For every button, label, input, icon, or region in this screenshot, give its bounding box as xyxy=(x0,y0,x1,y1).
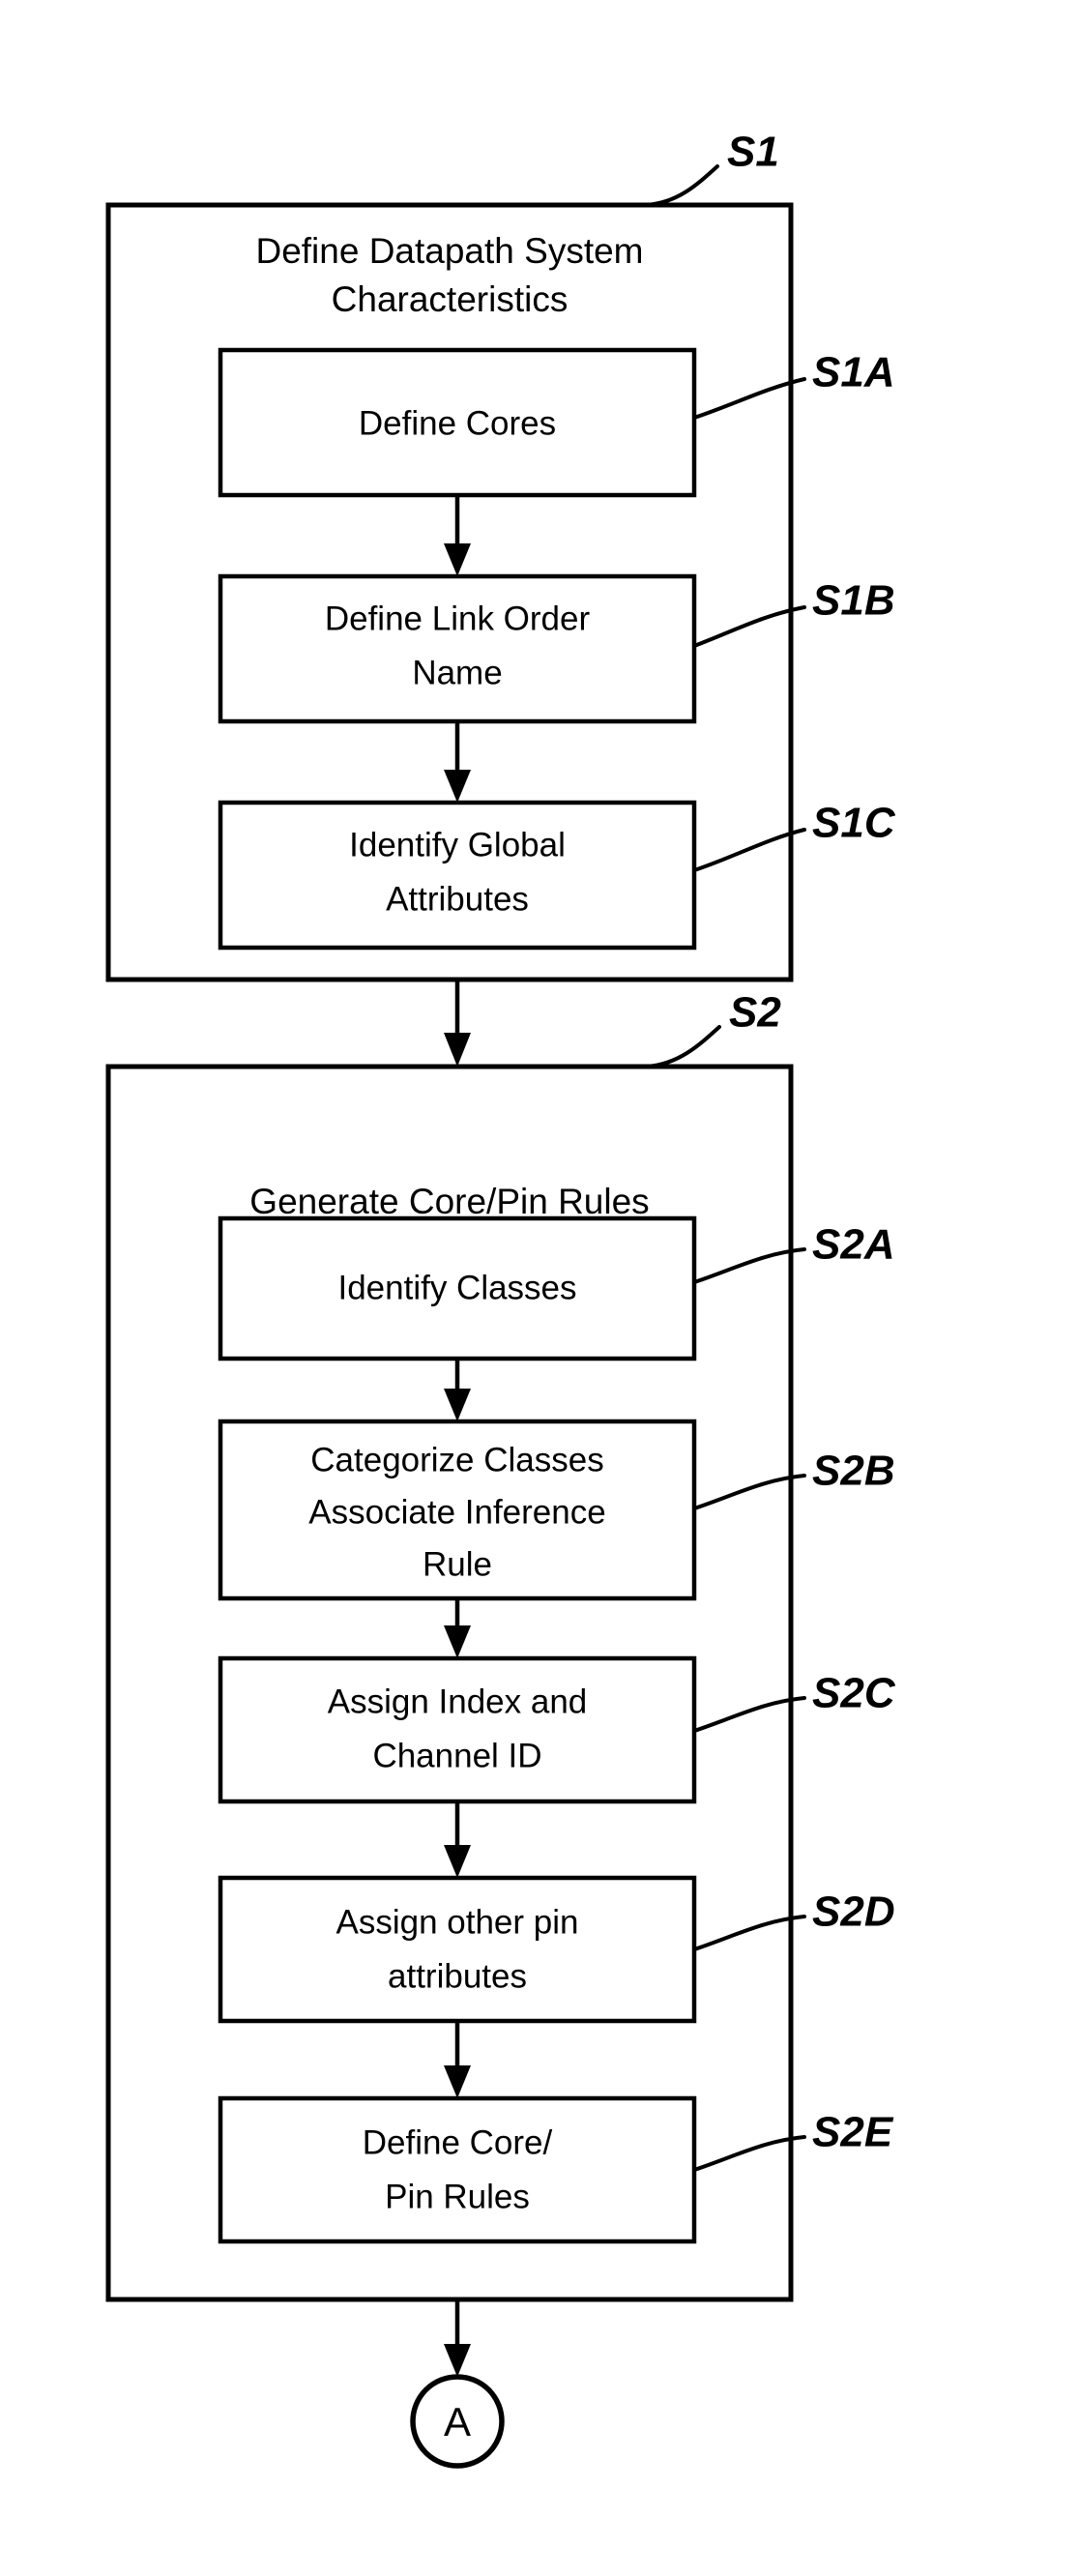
step-s1c-ref-label: S1C xyxy=(812,800,896,847)
step-s2b-group: Categorize Classes Associate Inference R… xyxy=(218,1419,895,1601)
step-s2a-group: Identify Classes S2A xyxy=(218,1215,895,1361)
step-s1b-group: Define Link Order Name S1B xyxy=(218,573,895,724)
step-s2d-label-line2: attributes xyxy=(388,1957,527,1995)
step-s2c-group: Assign Index and Channel ID S2C xyxy=(218,1655,896,1804)
step-s1b-label-line2: Name xyxy=(412,654,502,691)
step-s2d-ref-label: S2D xyxy=(812,1888,895,1936)
stage-s2-ref-label: S2 xyxy=(729,989,781,1037)
step-s1c-label-line2: Attributes xyxy=(386,880,529,918)
stage-s1-title-line2: Characteristics xyxy=(332,279,569,319)
stage-s2-title-line1: Generate Core/Pin Rules xyxy=(249,1182,649,1221)
step-s1c-group: Identify Global Attributes S1C xyxy=(218,800,896,951)
arrow-s1-to-s2 xyxy=(444,980,471,1067)
step-s2e-label-line2: Pin Rules xyxy=(385,2178,530,2215)
terminal-connector-label: A xyxy=(444,2399,471,2444)
stage-s1-leader-line xyxy=(644,164,719,207)
step-s2b-ref-label: S2B xyxy=(812,1448,895,1495)
step-s2e-box xyxy=(218,2095,697,2244)
step-s2b-label-line1: Categorize Classes xyxy=(310,1441,603,1478)
step-s2b-label-line2: Associate Inference xyxy=(308,1493,605,1531)
stage-s2-leader-line xyxy=(646,1025,721,1068)
step-s1b-ref-label: S1B xyxy=(812,577,895,625)
step-s2d-label-line1: Assign other pin xyxy=(336,1903,579,1941)
step-s2a-label-line1: Identify Classes xyxy=(337,1269,576,1306)
step-s2c-ref-label: S2C xyxy=(812,1670,896,1717)
step-s1c-label-line1: Identify Global xyxy=(349,826,566,864)
step-s2e-label-line1: Define Core/ xyxy=(363,2123,553,2161)
step-s2c-box xyxy=(218,1655,697,1804)
step-s1b-label-line1: Define Link Order xyxy=(325,600,591,637)
arrow-s2-to-terminal xyxy=(444,2299,471,2377)
step-s2c-label-line2: Channel ID xyxy=(372,1737,541,1774)
step-s1a-label-line1: Define Cores xyxy=(359,404,556,442)
figure-canvas: Define Datapath System Characteristics S… xyxy=(0,0,1079,2576)
flowchart-diagram: Define Datapath System Characteristics S… xyxy=(105,129,896,2469)
step-s2c-label-line1: Assign Index and xyxy=(328,1683,588,1720)
step-s2b-label-line3: Rule xyxy=(423,1545,492,1583)
step-s2d-box xyxy=(218,1875,697,2024)
step-s2a-ref-label: S2A xyxy=(812,1221,895,1269)
step-s2e-ref-label: S2E xyxy=(812,2109,894,2156)
step-s2d-group: Assign other pin attributes S2D xyxy=(218,1875,895,2024)
step-s1a-ref-label: S1A xyxy=(812,349,895,396)
step-s1a-group: Define Cores S1A xyxy=(218,347,895,498)
stage-s1-ref-label: S1 xyxy=(727,129,779,176)
step-s1b-box xyxy=(218,573,697,724)
stage-s1-title-line1: Define Datapath System xyxy=(255,231,643,271)
terminal-connector-a-group: A xyxy=(410,2374,505,2469)
step-s1c-box xyxy=(218,800,697,951)
